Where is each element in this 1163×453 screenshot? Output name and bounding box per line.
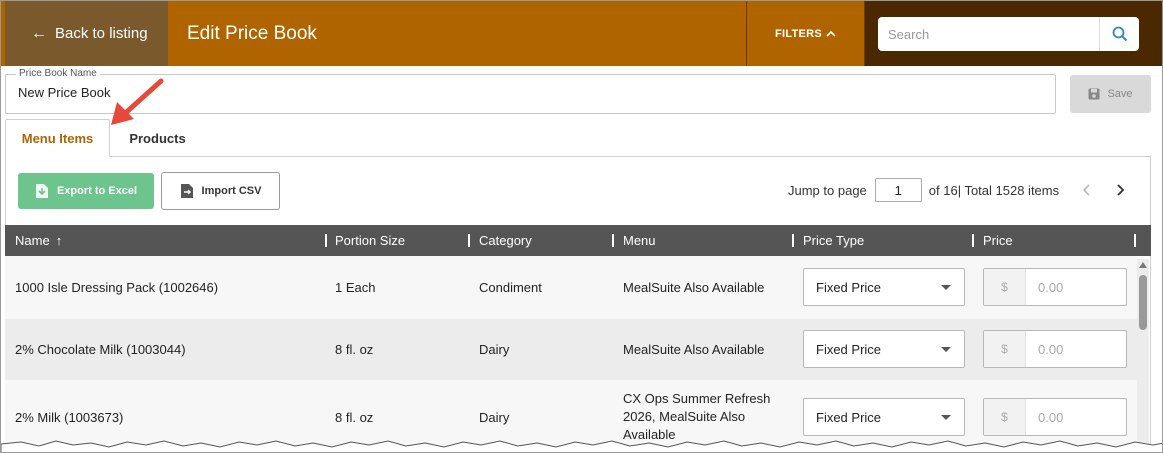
price-input[interactable]: $ 0.00	[983, 330, 1127, 368]
column-divider[interactable]	[1134, 234, 1136, 247]
back-label: Back to listing	[55, 25, 148, 42]
column-header-menu[interactable]: Menu	[623, 225, 656, 256]
import-csv-button[interactable]: Import CSV	[161, 172, 280, 210]
previous-page-button[interactable]	[1078, 179, 1094, 201]
excel-export-icon	[35, 184, 48, 198]
column-divider[interactable]	[468, 234, 470, 247]
column-divider[interactable]	[612, 234, 614, 247]
floppy-disk-icon	[1088, 88, 1100, 100]
torn-edge-decoration	[1, 440, 1162, 452]
filters-toggle-button[interactable]: FILTERS	[746, 1, 865, 66]
caret-down-icon	[941, 347, 951, 352]
chevron-left-icon	[1082, 184, 1090, 196]
currency-symbol: $	[984, 399, 1026, 435]
export-label: Export to Excel	[56, 185, 138, 197]
pagination-summary: of 16| Total 1528 items	[928, 182, 1060, 198]
app-frame: ← Back to listing Edit Price Book FILTER…	[0, 0, 1163, 453]
save-label: Save	[1107, 88, 1133, 100]
cell-name: 1000 Isle Dressing Pack (1002646)	[15, 280, 219, 295]
chevron-up-icon	[826, 28, 836, 40]
sort-ascending-icon: ↑	[55, 233, 63, 248]
import-label: Import CSV	[201, 185, 262, 197]
column-header-price[interactable]: Price	[983, 225, 1013, 256]
back-to-listing-button[interactable]: ← Back to listing	[5, 1, 168, 66]
export-to-excel-button[interactable]: Export to Excel	[18, 173, 154, 209]
page-title: Edit Price Book	[187, 22, 317, 44]
cell-menu: MealSuite Also Available	[623, 280, 765, 295]
arrow-left-icon: ←	[31, 24, 47, 42]
currency-symbol: $	[984, 331, 1026, 367]
currency-symbol: $	[984, 269, 1026, 305]
column-header-name[interactable]: Name ↑	[15, 225, 62, 256]
table-header: Name ↑ Portion Size Category Menu Price …	[5, 225, 1151, 256]
column-header-category[interactable]: Category	[479, 225, 532, 256]
chevron-right-icon	[1117, 184, 1125, 196]
tab-menu-items[interactable]: Menu Items	[5, 119, 110, 157]
price-input[interactable]: $ 0.00	[983, 268, 1127, 306]
column-divider[interactable]	[972, 234, 974, 247]
scroll-up-arrow-icon[interactable]	[1139, 262, 1147, 268]
column-divider[interactable]	[792, 234, 794, 247]
cell-name: 2% Chocolate Milk (1003044)	[15, 342, 186, 357]
annotation-arrow-icon	[111, 78, 164, 125]
csv-import-icon	[180, 184, 193, 198]
page-number-input[interactable]	[874, 178, 922, 202]
price-type-select[interactable]: Fixed Price	[803, 330, 965, 368]
search-input[interactable]	[878, 17, 1099, 51]
pagination: Jump to page of 16| Total 1528 items	[788, 178, 1059, 202]
price-value: 0.00	[1038, 409, 1064, 425]
save-button[interactable]: Save	[1070, 75, 1151, 113]
search-icon[interactable]	[1099, 17, 1139, 51]
price-type-select[interactable]: Fixed Price	[803, 398, 965, 436]
cell-category: Condiment	[479, 280, 542, 295]
price-value: 0.00	[1038, 341, 1064, 357]
caret-down-icon	[941, 285, 951, 290]
scrollbar-thumb[interactable]	[1139, 275, 1147, 330]
tabs-bar: Menu Items Products	[5, 119, 1151, 157]
price-type-select[interactable]: Fixed Price	[803, 268, 965, 306]
cell-category: Dairy	[479, 342, 510, 357]
cell-portion-size: 1 Each	[335, 280, 376, 295]
cell-menu: MealSuite Also Available	[623, 342, 765, 357]
column-divider[interactable]	[325, 234, 327, 247]
price-input[interactable]: $ 0.00	[983, 398, 1127, 436]
filters-label: FILTERS	[774, 27, 823, 40]
price-value: 0.00	[1038, 279, 1064, 295]
price-book-name-label: Price Book Name	[16, 68, 100, 79]
search-box	[878, 17, 1139, 51]
jump-to-page-label: Jump to page	[788, 182, 867, 198]
table-row: 2% Chocolate Milk (1003044) 8 fl. oz Dai…	[5, 319, 1137, 380]
top-header: ← Back to listing Edit Price Book FILTER…	[1, 1, 1162, 66]
cell-portion-size: 8 fl. oz	[335, 342, 374, 357]
caret-down-icon	[941, 415, 951, 420]
table-row: 1000 Isle Dressing Pack (1002646) 1 Each…	[5, 256, 1137, 319]
column-header-portion-size[interactable]: Portion Size	[335, 225, 405, 256]
search-area	[865, 1, 1162, 66]
column-header-price-type[interactable]: Price Type	[803, 225, 864, 256]
next-page-button[interactable]	[1113, 179, 1129, 201]
